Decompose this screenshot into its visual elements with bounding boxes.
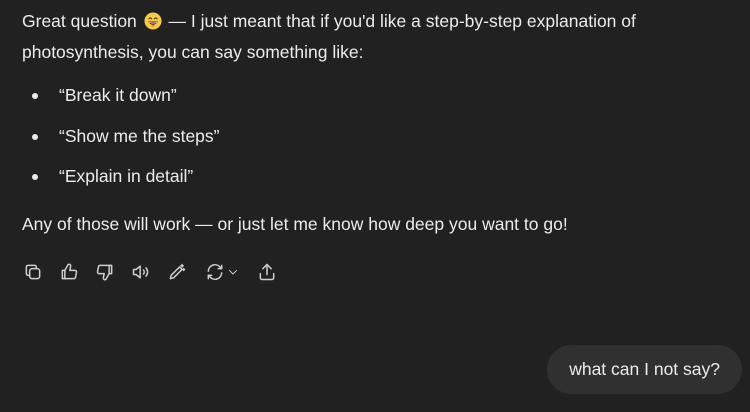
share-icon (259, 263, 275, 281)
regenerate-button[interactable] (202, 261, 242, 283)
share-button[interactable] (256, 261, 278, 283)
thumbs-down-icon (96, 264, 113, 281)
suggestion-text: “Break it down” (59, 85, 177, 105)
read-aloud-button[interactable] (130, 261, 152, 283)
list-item: “Explain in detail” (22, 161, 722, 202)
bullet-icon (32, 93, 38, 99)
thumbs-up-icon (61, 263, 78, 280)
regenerate-icon (207, 263, 223, 281)
closing-paragraph: Any of those will work — or just let me … (22, 213, 568, 234)
read-aloud-icon (132, 265, 149, 279)
list-item: “Show me the steps” (22, 121, 722, 162)
copy-icon (25, 264, 41, 280)
chevron-down-icon (229, 270, 237, 275)
intro-paragraph: Great question — I just meant that if yo… (22, 6, 722, 68)
edit-icon (169, 263, 186, 280)
edit-button[interactable] (166, 261, 188, 283)
copy-button[interactable] (22, 261, 44, 283)
user-message-bubble: what can I not say? (547, 345, 742, 394)
intro-text-start: Great question (22, 11, 137, 31)
bullet-icon (32, 133, 38, 140)
grinning-face-emoji-icon (144, 12, 162, 30)
list-item: “Break it down” (22, 80, 722, 121)
thumbs-down-button[interactable] (94, 261, 116, 283)
message-action-toolbar (22, 260, 292, 284)
suggestion-text: “Show me the steps” (59, 125, 220, 146)
assistant-message: Great question — I just meant that if yo… (22, 6, 722, 240)
user-message-text: what can I not say? (569, 359, 720, 379)
suggestion-text: “Explain in detail” (59, 166, 194, 186)
thumbs-up-button[interactable] (58, 261, 80, 283)
suggestion-list: “Break it down” “Show me the steps” “Exp… (22, 80, 722, 202)
bullet-icon (32, 174, 38, 180)
